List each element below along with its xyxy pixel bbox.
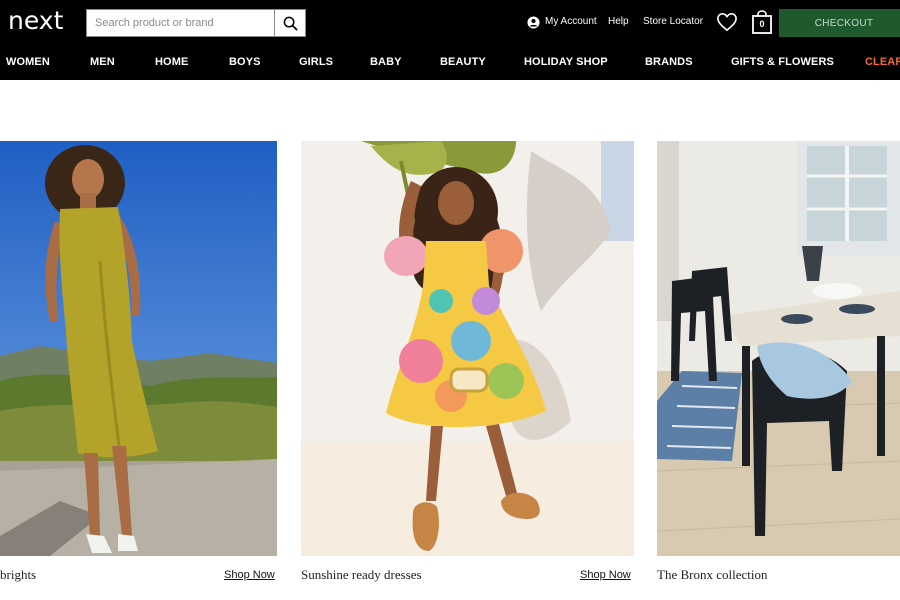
nav-item-clearance[interactable]: CLEAR <box>865 56 900 68</box>
search-box <box>86 9 306 37</box>
heart-icon[interactable] <box>716 12 738 32</box>
nav-item-beauty[interactable]: BEAUTY <box>440 56 486 68</box>
nav-item-boys[interactable]: BOYS <box>229 56 261 68</box>
card-title-brights: brights <box>0 567 37 582</box>
card-title-bronx-collection: The Bronx collection <box>657 567 768 582</box>
promo-image-sunshine-dresses[interactable] <box>301 141 634 556</box>
search-icon <box>283 16 297 30</box>
account-icon <box>527 15 540 29</box>
nav-item-girls[interactable]: GIRLS <box>299 56 333 68</box>
search-button[interactable] <box>274 10 305 36</box>
help-link[interactable]: Help <box>608 15 629 29</box>
shop-now-link-brights[interactable]: Shop Now <box>224 569 275 581</box>
store-locator-link[interactable]: Store Locator <box>643 15 703 29</box>
my-account-link[interactable]: My Account <box>527 15 597 29</box>
nav-item-holiday-shop[interactable]: HOLIDAY SHOP <box>524 56 608 68</box>
nav-item-gifts-flowers[interactable]: GIFTS & FLOWERS <box>731 56 834 68</box>
woman-in-dress-image <box>0 141 277 556</box>
my-account-label: My Account <box>545 16 597 27</box>
nav-item-women[interactable]: WOMEN <box>6 56 50 68</box>
nav-item-brands[interactable]: BRANDS <box>645 56 693 68</box>
main-nav: WOMEN MEN HOME BOYS GIRLS BABY BEAUTY HO… <box>0 46 900 80</box>
checkout-button[interactable]: CHECKOUT <box>779 9 900 37</box>
nav-item-men[interactable]: MEN <box>90 56 115 68</box>
next-logo[interactable]: next <box>8 6 63 36</box>
promo-image-brights[interactable] <box>0 141 277 556</box>
top-bar: next My Account Help Store Locator <box>0 0 900 46</box>
site-header: next My Account Help Store Locator <box>0 0 900 80</box>
dining-room-image <box>657 141 900 556</box>
shopping-bag-button[interactable]: 0 <box>751 10 773 34</box>
card-title-sunshine-dresses: Sunshine ready dresses <box>301 567 422 582</box>
nav-item-home[interactable]: HOME <box>155 56 188 68</box>
search-input[interactable] <box>87 10 274 36</box>
girl-in-dress-image <box>301 141 634 556</box>
promo-image-bronx-collection[interactable] <box>657 141 900 556</box>
shop-now-link-sunshine-dresses[interactable]: Shop Now <box>580 569 631 581</box>
bag-count: 0 <box>759 19 765 29</box>
nav-item-baby[interactable]: BABY <box>370 56 402 68</box>
